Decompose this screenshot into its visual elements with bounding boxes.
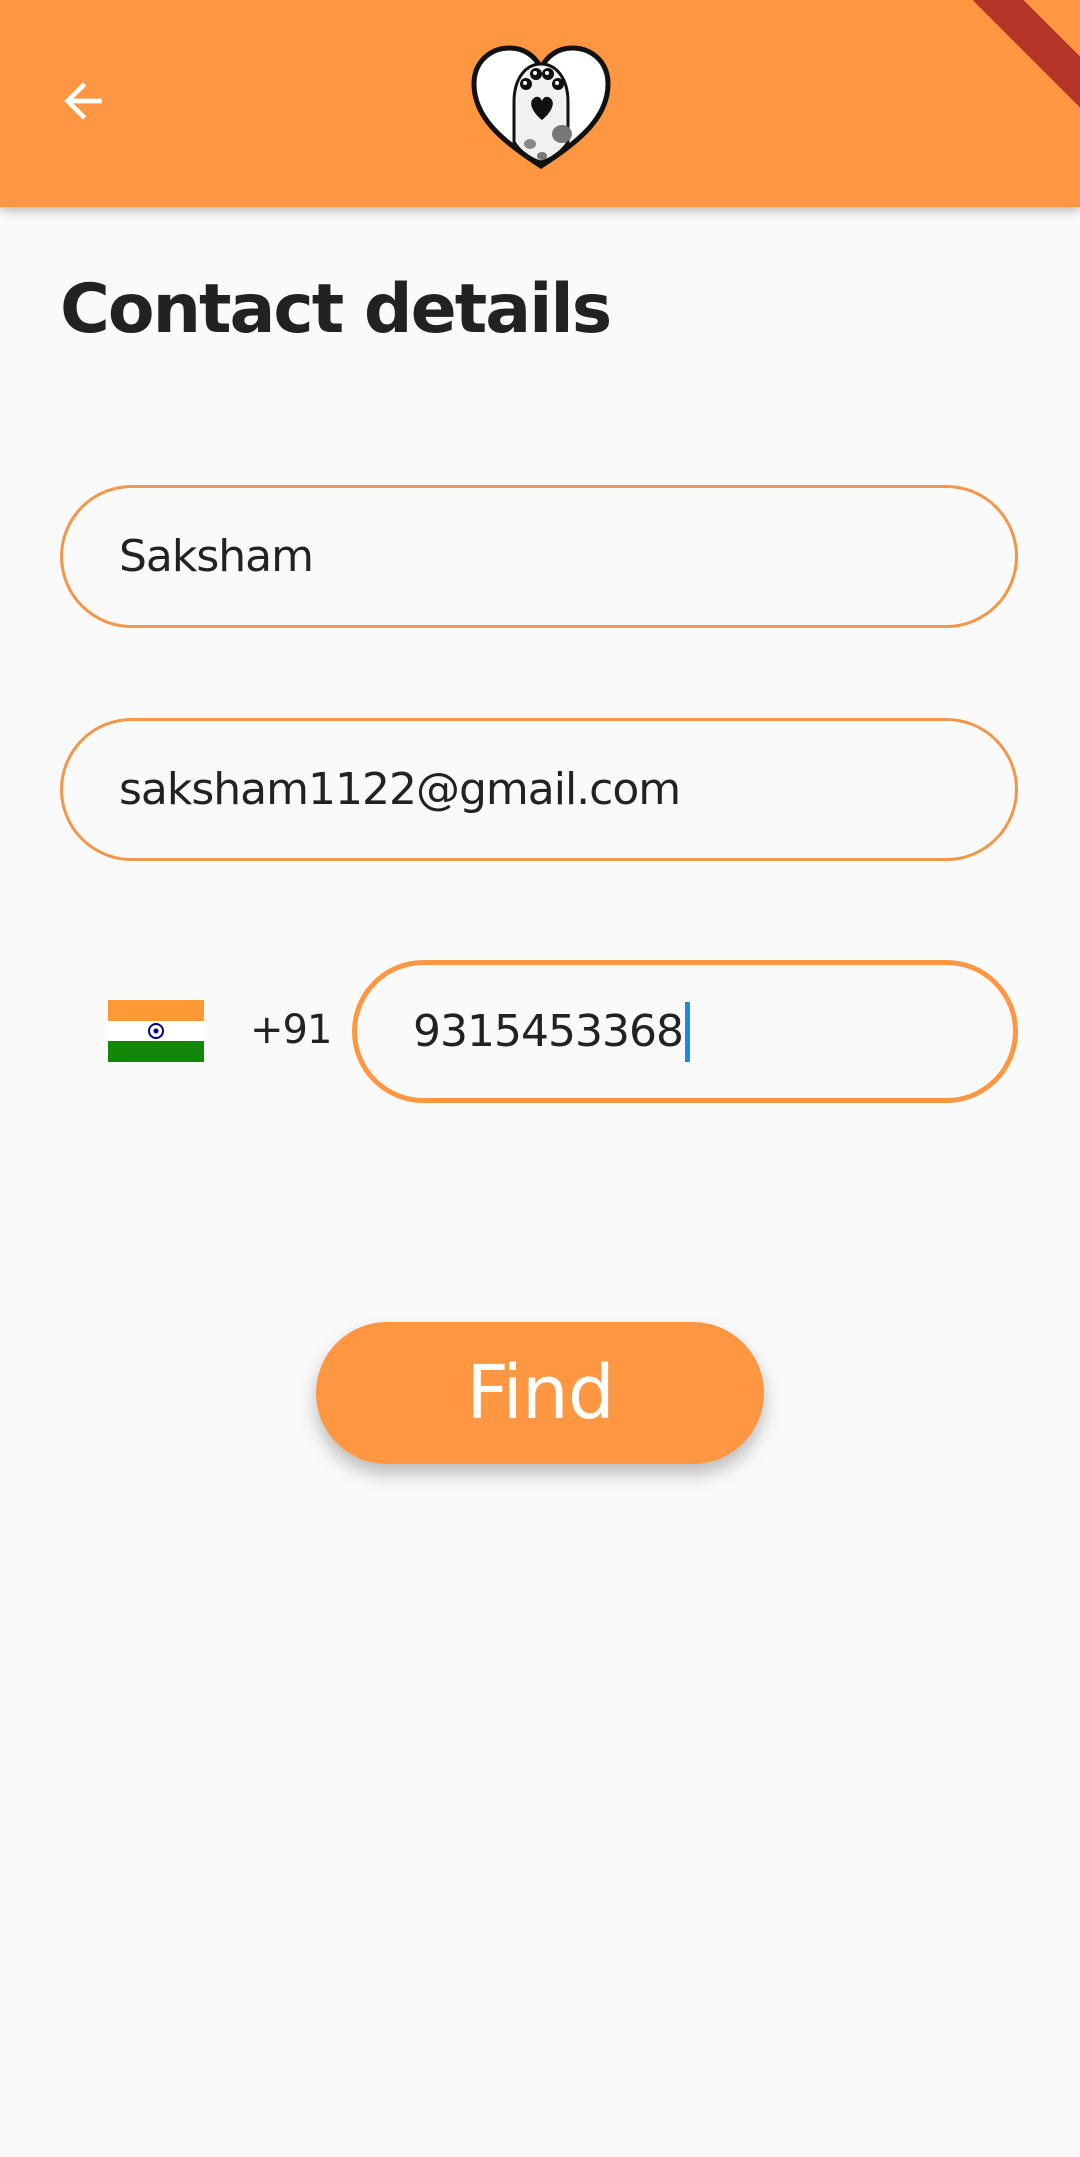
name-value: Saksham (119, 531, 314, 582)
phone-field[interactable]: 9315453368 (352, 960, 1018, 1103)
text-cursor (684, 1001, 690, 1062)
page-title: Contact details (60, 270, 612, 349)
email-value: saksham1122@gmail.com (119, 764, 681, 815)
email-field[interactable]: saksham1122@gmail.com (60, 718, 1018, 861)
app-bar (0, 0, 1080, 207)
debug-banner-corner (960, 0, 1080, 120)
heart-paw-dog-icon (471, 45, 611, 169)
arrow-left-icon (64, 82, 102, 120)
country-dial-code[interactable]: +91 (250, 1008, 332, 1052)
india-flag-icon[interactable] (108, 1000, 204, 1063)
name-field[interactable]: Saksham (60, 485, 1018, 628)
back-button[interactable] (40, 58, 126, 144)
phone-value: 9315453368 (413, 1006, 684, 1057)
find-button[interactable]: Find (316, 1322, 764, 1464)
